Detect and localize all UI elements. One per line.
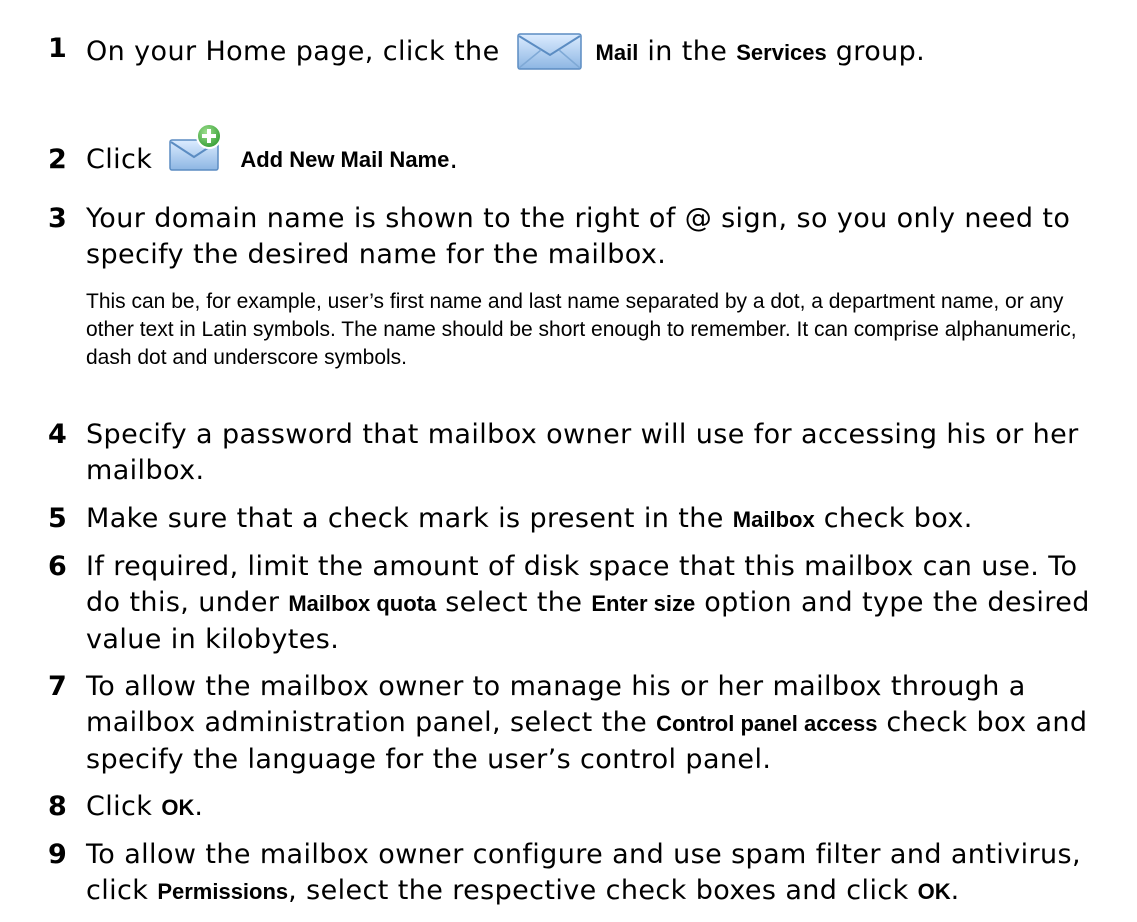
step-6: 6 If required, limit the amount of disk … [48, 551, 1090, 655]
step-number: 7 [48, 671, 68, 702]
step-number: 1 [48, 33, 68, 64]
step-number: 2 [48, 144, 68, 175]
add-new-mail-name-link: Add New Mail Name [240, 147, 450, 172]
step-text: Your domain name is shown to the right o… [86, 203, 1071, 270]
ok-label: OK [161, 795, 195, 820]
permissions-label: Permissions [157, 879, 289, 904]
step-9: 9 To allow the mailbox owner configure a… [48, 839, 1081, 906]
step-text: On your Home page, click the [86, 36, 500, 67]
step-7: 7 To allow the mailbox owner to manage h… [48, 671, 1088, 775]
step-number: 4 [48, 419, 68, 450]
step-number: 3 [48, 203, 68, 234]
instruction-document: 1 On your Home page, click the Mail in t… [0, 0, 1137, 922]
step-number: 9 [48, 839, 68, 870]
step-1: 1 On your Home page, click the Mail in t… [48, 31, 1118, 71]
mail-envelope-icon[interactable] [516, 31, 583, 71]
enter-size-label: Enter size [591, 591, 696, 616]
mail-link: Mail [595, 40, 639, 65]
step-3: 3 Your domain name is shown to the right… [48, 201, 1118, 273]
step-5: 5 Make sure that a check mark is present… [48, 501, 1118, 538]
step-3-note: This can be, for example, user’s first n… [86, 290, 1077, 369]
mailbox-label: Mailbox [732, 507, 815, 532]
step-number: 5 [48, 503, 68, 534]
add-mail-icon[interactable] [169, 94, 225, 178]
control-panel-access-label: Control panel access [656, 711, 878, 736]
step-number: 8 [48, 791, 68, 822]
step-8: 8 Click OK. [48, 789, 1118, 826]
mailbox-quota-label: Mailbox quota [288, 591, 437, 616]
step-text: Specify a password that mailbox owner wi… [86, 419, 1079, 486]
services-label: Services [736, 40, 827, 65]
step-2: 2 Click Add New Mail Name. [48, 94, 1118, 178]
step-number: 6 [48, 551, 68, 582]
ok-label: OK [917, 879, 951, 904]
step-4: 4 Specify a password that mailbox owner … [48, 417, 1118, 489]
